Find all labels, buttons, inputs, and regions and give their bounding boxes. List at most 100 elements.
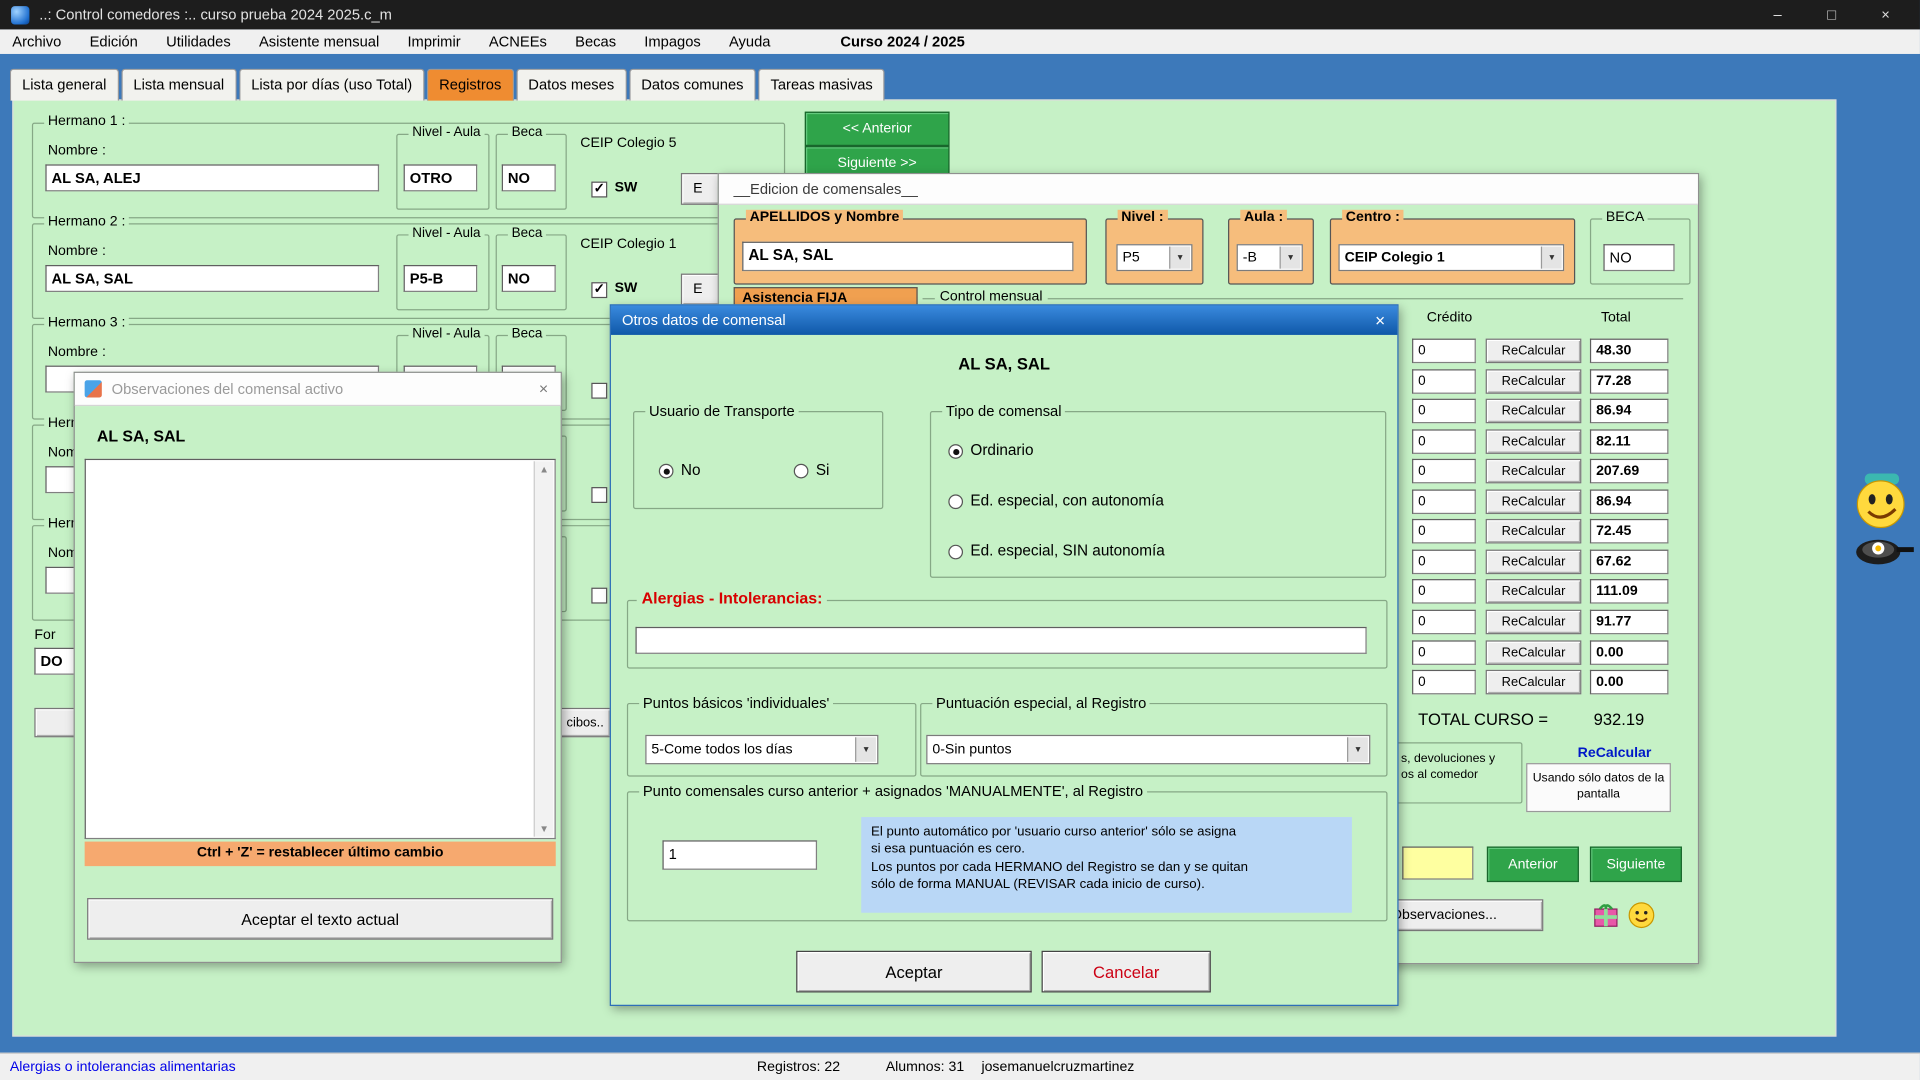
menu-imprimir[interactable]: Imprimir <box>407 33 460 50</box>
tab-lista-mensual[interactable]: Lista mensual <box>121 69 236 101</box>
sw-checkbox[interactable] <box>591 588 607 604</box>
total-value: 86.94 <box>1590 489 1669 514</box>
close-button[interactable]: × <box>1365 308 1394 333</box>
close-button[interactable]: × <box>529 375 558 400</box>
minimize-button[interactable]: – <box>1751 0 1805 29</box>
menubar: Archivo Edición Utilidades Asistente men… <box>0 29 1920 54</box>
aula-dropdown[interactable]: -B ▼ <box>1237 244 1303 271</box>
credito-input[interactable]: 0 <box>1412 399 1476 424</box>
aceptar-texto-button[interactable]: Aceptar el texto actual <box>87 898 553 940</box>
credito-input[interactable]: 0 <box>1412 550 1476 575</box>
credito-input[interactable]: 0 <box>1412 369 1476 394</box>
otros-dialog-titlebar[interactable]: Otros datos de comensal × <box>611 305 1397 334</box>
otros-dialog-title: Otros datos de comensal <box>622 312 786 329</box>
recalcular-button[interactable]: ReCalcular <box>1486 429 1582 454</box>
beca-input[interactable]: NO <box>502 265 556 292</box>
credito-input[interactable]: 0 <box>1412 610 1476 635</box>
tab-lista-por-dias[interactable]: Lista por días (uso Total) <box>239 69 424 101</box>
scroll-down-icon[interactable]: ▼ <box>535 823 553 834</box>
sw-checkbox[interactable] <box>591 487 607 503</box>
aceptar-button[interactable]: Aceptar <box>796 951 1032 993</box>
cancelar-button[interactable]: Cancelar <box>1042 951 1211 993</box>
nivel-aula-input[interactable]: P5-B <box>404 265 478 292</box>
chevron-down-icon[interactable]: ▼ <box>1541 247 1562 269</box>
credito-input[interactable]: 0 <box>1412 459 1476 484</box>
menu-edicion[interactable]: Edición <box>90 33 138 50</box>
nombre-input[interactable]: AL SA, ALEJ <box>45 164 379 191</box>
transporte-no-radio[interactable] <box>659 464 674 479</box>
chevron-down-icon[interactable]: ▼ <box>1347 737 1368 762</box>
observaciones-textarea[interactable]: ▲ ▼ <box>85 459 556 839</box>
scroll-up-icon[interactable]: ▲ <box>535 464 553 475</box>
nombre-input[interactable]: AL SA, SAL <box>45 265 379 292</box>
apellidos-input[interactable]: AL SA, SAL <box>742 242 1073 271</box>
menu-ayuda[interactable]: Ayuda <box>729 33 770 50</box>
recalcular-button[interactable]: ReCalcular <box>1486 610 1582 635</box>
close-button[interactable]: × <box>1859 0 1913 29</box>
menu-archivo[interactable]: Archivo <box>12 33 61 50</box>
menu-acnees[interactable]: ACNEEs <box>489 33 547 50</box>
maximize-button[interactable]: □ <box>1805 0 1859 29</box>
nivel-dropdown[interactable]: P5 ▼ <box>1116 244 1192 271</box>
tab-datos-meses[interactable]: Datos meses <box>516 69 626 101</box>
tipo-ed-especial-con-radio[interactable] <box>948 494 963 509</box>
puntos-basicos-dropdown[interactable]: 5-Come todos los días ▼ <box>645 735 878 764</box>
credito-input[interactable]: 0 <box>1412 519 1476 544</box>
sw-checkbox[interactable]: ✓ <box>591 182 607 198</box>
beca-edicion-input[interactable]: NO <box>1603 244 1674 271</box>
sw-checkbox[interactable] <box>591 383 607 399</box>
credito-input[interactable]: 0 <box>1412 429 1476 454</box>
chevron-down-icon[interactable]: ▼ <box>1280 247 1301 269</box>
nivel-aula-input[interactable]: OTRO <box>404 164 478 191</box>
sw-checkbox[interactable]: ✓ <box>591 282 607 298</box>
recalcular-note[interactable]: Usando sólo datos de la pantalla <box>1526 763 1671 812</box>
recalcular-button[interactable]: ReCalcular <box>1486 579 1582 604</box>
edicion-dialog-titlebar[interactable]: __Edicion de comensales__ <box>719 174 1698 205</box>
sw-label: SW <box>615 281 638 296</box>
credito-input[interactable]: 0 <box>1412 670 1476 695</box>
tipo-ordinario-radio[interactable] <box>948 444 963 459</box>
tab-datos-comunes[interactable]: Datos comunes <box>629 69 756 101</box>
recalcular-button[interactable]: ReCalcular <box>1486 670 1582 695</box>
recalcular-button[interactable]: ReCalcular <box>1486 399 1582 424</box>
puntuacion-dropdown[interactable]: 0-Sin puntos ▼ <box>926 735 1370 764</box>
tipo-ed-especial-sin-radio[interactable] <box>948 545 963 560</box>
tab-registros[interactable]: Registros <box>427 69 514 101</box>
scrollbar[interactable]: ▲ ▼ <box>534 461 554 836</box>
recalcular-button[interactable]: ReCalcular <box>1486 339 1582 364</box>
credito-input[interactable]: 0 <box>1412 640 1476 665</box>
credito-input[interactable]: 0 <box>1412 489 1476 514</box>
chevron-down-icon[interactable]: ▼ <box>855 737 876 762</box>
anterior-button[interactable]: Anterior <box>1487 846 1579 882</box>
punto-curso-input[interactable]: 1 <box>662 840 817 869</box>
nivel-group: Nivel : P5 ▼ <box>1105 218 1203 284</box>
alergias-input[interactable] <box>635 627 1366 654</box>
recalcular-button[interactable]: ReCalcular <box>1486 459 1582 484</box>
recalcular-button[interactable]: ReCalcular <box>1486 369 1582 394</box>
menu-impagos[interactable]: Impagos <box>644 33 700 50</box>
menu-asistente-mensual[interactable]: Asistente mensual <box>259 33 379 50</box>
tab-lista-general[interactable]: Lista general <box>10 69 119 101</box>
anterior-record-button[interactable]: << Anterior <box>805 112 950 146</box>
recalcular-button[interactable]: ReCalcular <box>1486 519 1582 544</box>
tab-tareas-masivas[interactable]: Tareas masivas <box>758 69 885 101</box>
recalcular-button[interactable]: ReCalcular <box>1486 489 1582 514</box>
chevron-down-icon[interactable]: ▼ <box>1169 247 1190 269</box>
centro-dropdown[interactable]: CEIP Colegio 1 ▼ <box>1338 244 1564 271</box>
credito-input[interactable]: 0 <box>1412 579 1476 604</box>
transporte-si-radio[interactable] <box>794 464 809 479</box>
status-alergias-link[interactable]: Alergias o intolerancias alimentarias <box>10 1060 236 1075</box>
recalcular-button[interactable]: ReCalcular <box>1486 550 1582 575</box>
menu-utilidades[interactable]: Utilidades <box>166 33 231 50</box>
month-row: 0 ReCalcular 86.94 <box>1412 399 1670 424</box>
yellow-input[interactable] <box>1402 846 1473 879</box>
beca-group: Beca NO <box>496 134 567 210</box>
beca-input[interactable]: NO <box>502 164 556 191</box>
recibos-button-fragment[interactable]: cibos.. <box>559 708 611 737</box>
siguiente-button[interactable]: Siguiente <box>1590 846 1682 882</box>
menu-becas[interactable]: Becas <box>575 33 616 50</box>
recalcular-button[interactable]: ReCalcular <box>1486 640 1582 665</box>
control-mensual-label: Control mensual <box>935 290 1048 305</box>
credito-input[interactable]: 0 <box>1412 339 1476 364</box>
observaciones-dialog-titlebar[interactable]: Observaciones del comensal activo × <box>75 373 561 406</box>
